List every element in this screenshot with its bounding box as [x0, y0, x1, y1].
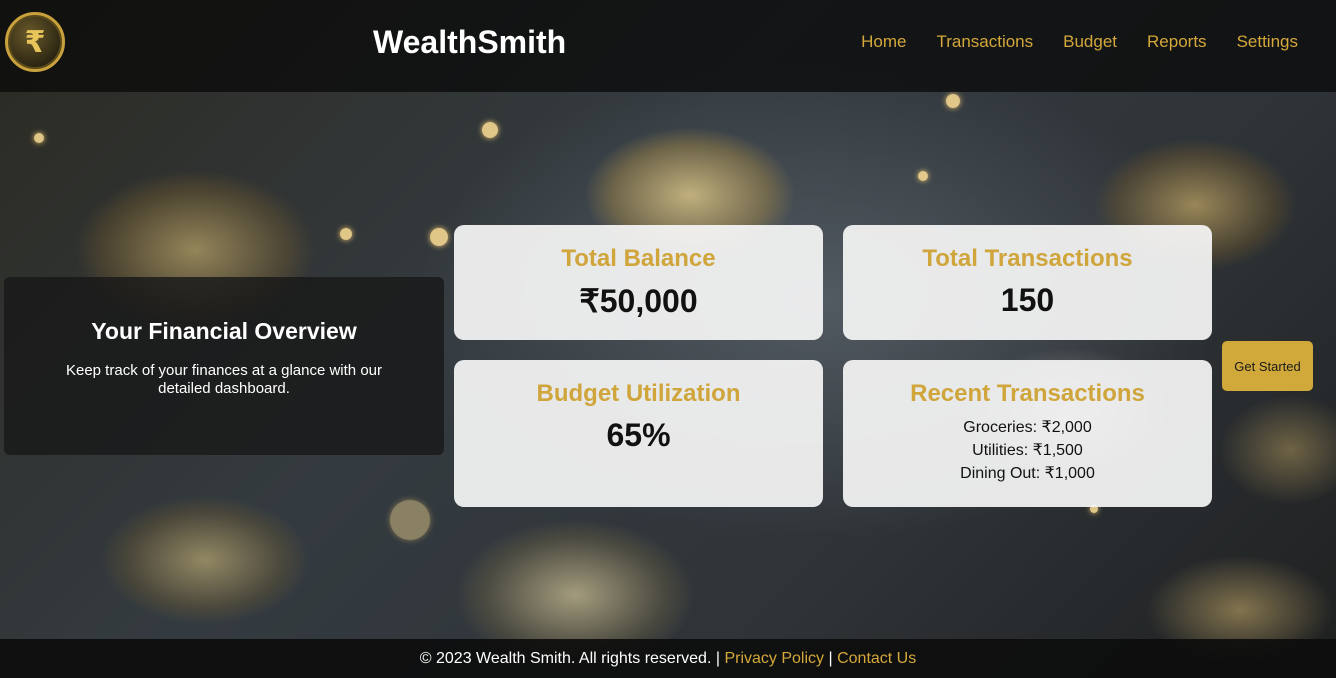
background-sparkle [482, 122, 498, 138]
contact-us-link[interactable]: Contact Us [837, 650, 916, 667]
budget-utilization-card: Budget Utilization 65% [454, 360, 823, 507]
total-balance-title: Total Balance [561, 245, 716, 272]
recent-transactions-list: Groceries: ₹2,000 Utilities: ₹1,500 Dini… [843, 416, 1212, 485]
nav-transactions-link[interactable]: Transactions [936, 32, 1033, 52]
background-sparkle [390, 500, 430, 540]
total-transactions-value: 150 [1000, 282, 1055, 318]
rupee-logo-icon[interactable]: ₹ [5, 12, 65, 72]
list-item: Groceries: ₹2,000 [963, 419, 1092, 436]
footer-separator: | [715, 650, 720, 667]
overview-title: Your Financial Overview [91, 318, 357, 344]
nav-reports-link[interactable]: Reports [1147, 32, 1207, 52]
total-balance-card: Total Balance ₹50,000 [454, 225, 823, 340]
page-footer: © 2023 Wealth Smith. All rights reserved… [0, 639, 1336, 678]
overview-description: Keep track of your finances at a glance … [65, 362, 382, 397]
total-transactions-card: Total Transactions 150 [843, 225, 1212, 340]
footer-copyright: © 2023 Wealth Smith. All rights reserved… [419, 650, 712, 667]
financial-overview-panel: Your Financial Overview Keep track of yo… [4, 277, 444, 455]
nav-home-link[interactable]: Home [861, 32, 906, 52]
nav-settings-link[interactable]: Settings [1237, 32, 1298, 52]
background-sparkle [918, 171, 928, 181]
total-balance-value: ₹50,000 [579, 283, 698, 319]
rupee-symbol: ₹ [24, 24, 46, 60]
background-sparkle [340, 228, 352, 240]
total-transactions-title: Total Transactions [922, 245, 1133, 272]
background-sparkle [430, 228, 448, 246]
list-item: Dining Out: ₹1,000 [960, 465, 1095, 482]
budget-utilization-title: Budget Utilization [536, 380, 741, 407]
recent-transactions-title: Recent Transactions [910, 380, 1145, 407]
recent-transactions-card: Recent Transactions Groceries: ₹2,000 Ut… [843, 360, 1212, 507]
background-sparkle [946, 94, 960, 108]
background-sparkle [34, 133, 44, 143]
budget-utilization-value: 65% [606, 417, 671, 453]
top-navigation-bar: ₹ WealthSmith Home Transactions Budget R… [0, 0, 1336, 92]
list-item: Utilities: ₹1,500 [972, 442, 1083, 459]
footer-separator: | [828, 650, 833, 667]
privacy-policy-link[interactable]: Privacy Policy [724, 650, 824, 667]
brand-title: WealthSmith [373, 24, 567, 60]
nav-budget-link[interactable]: Budget [1063, 32, 1117, 52]
get-started-button[interactable]: Get Started [1222, 341, 1313, 391]
main-nav: Home Transactions Budget Reports Setting… [861, 32, 1298, 52]
